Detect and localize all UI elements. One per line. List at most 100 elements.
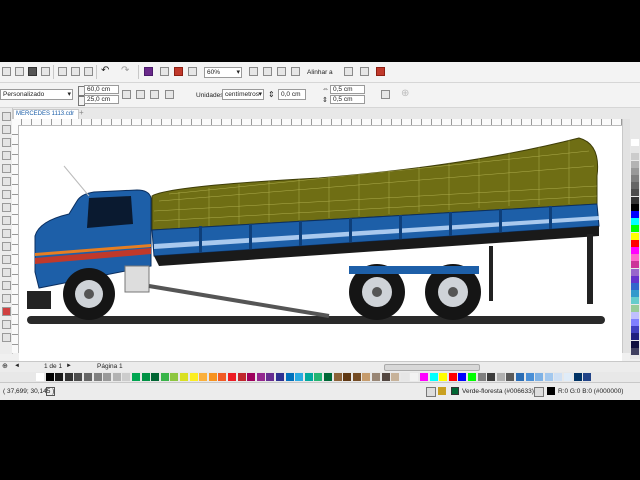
rectangle-tool-icon[interactable] — [2, 190, 11, 199]
palette-swatch[interactable] — [208, 373, 217, 381]
import-icon[interactable] — [144, 67, 153, 76]
palette-swatch[interactable] — [631, 211, 639, 218]
blend-tool-icon[interactable] — [2, 281, 11, 290]
fill-color-swatch[interactable] — [451, 387, 459, 395]
palette-swatch[interactable] — [496, 373, 505, 381]
nudge-distance-field[interactable]: 0,0 cm — [278, 89, 306, 100]
palette-swatch[interactable] — [631, 146, 639, 154]
text-tool-icon[interactable] — [2, 229, 11, 238]
drawing-canvas[interactable] — [19, 126, 622, 361]
show-guidelines-icon[interactable] — [291, 67, 300, 76]
palette-swatch[interactable] — [218, 373, 227, 381]
palette-swatch[interactable] — [631, 275, 639, 283]
outline-color-swatch[interactable] — [547, 387, 555, 395]
eyedropper-tool-icon[interactable] — [2, 294, 11, 303]
palette-swatch[interactable] — [333, 373, 342, 381]
first-page-icon[interactable]: ⊕ — [2, 362, 8, 370]
palette-swatch[interactable] — [631, 333, 639, 341]
palette-swatch[interactable] — [631, 347, 639, 355]
portrait-icon[interactable] — [122, 90, 131, 99]
truck-illustration[interactable] — [19, 126, 622, 361]
palette-swatch[interactable] — [477, 373, 486, 381]
duplicate-y-field[interactable]: 0,5 cm — [330, 95, 365, 104]
vertical-ruler[interactable] — [12, 125, 19, 353]
palette-swatch[interactable] — [631, 153, 639, 161]
palette-swatch[interactable] — [631, 297, 639, 305]
palette-swatch[interactable] — [448, 373, 457, 381]
options-icon[interactable] — [360, 67, 369, 76]
palette-swatch[interactable] — [314, 373, 323, 381]
palette-swatch[interactable] — [304, 373, 313, 381]
paste-icon[interactable] — [84, 67, 93, 76]
cut-icon[interactable] — [58, 67, 67, 76]
palette-swatch[interactable] — [256, 373, 265, 381]
palette-swatch[interactable] — [631, 139, 639, 146]
palette-swatch[interactable] — [631, 203, 639, 211]
current-page-icon[interactable] — [165, 90, 174, 99]
palette-swatch[interactable] — [429, 373, 438, 381]
pick-tool-icon[interactable] — [2, 112, 11, 121]
prev-page-icon[interactable]: ◄ — [14, 363, 20, 369]
palette-swatch[interactable] — [631, 268, 639, 276]
show-rulers-icon[interactable] — [263, 67, 272, 76]
palette-swatch[interactable] — [103, 373, 112, 381]
palette-swatch[interactable] — [631, 196, 639, 204]
landscape-icon[interactable] — [136, 90, 145, 99]
palette-swatch[interactable] — [228, 373, 236, 381]
palette-swatch[interactable] — [583, 373, 592, 381]
palette-swatch[interactable] — [122, 373, 131, 381]
outline-tool-icon[interactable] — [2, 333, 11, 342]
palette-swatch[interactable] — [631, 232, 639, 240]
play-icon[interactable] — [46, 387, 55, 396]
dimension-tool-icon[interactable] — [2, 255, 11, 264]
palette-swatch[interactable] — [84, 373, 92, 381]
palette-swatch[interactable] — [285, 373, 294, 381]
application-icon[interactable] — [376, 67, 385, 76]
palette-swatch[interactable] — [631, 247, 639, 254]
palette-swatch[interactable] — [525, 373, 534, 381]
copy-icon[interactable] — [71, 67, 80, 76]
palette-swatch[interactable] — [93, 373, 102, 381]
page-height-field[interactable]: 25,0 cm — [84, 95, 119, 104]
palette-swatch[interactable] — [631, 261, 639, 269]
palette-swatch[interactable] — [554, 373, 563, 381]
palette-swatch[interactable] — [36, 373, 44, 381]
palette-swatch[interactable] — [564, 373, 572, 381]
publish-pdf-icon[interactable] — [174, 67, 183, 76]
palette-swatch[interactable] — [266, 373, 275, 381]
vertical-scrollbar[interactable] — [622, 119, 630, 353]
palette-swatch[interactable] — [631, 311, 639, 319]
print-icon[interactable] — [41, 67, 50, 76]
palette-swatch[interactable] — [45, 373, 54, 381]
palette-swatch[interactable] — [132, 373, 140, 381]
palette-swatch[interactable] — [458, 373, 467, 381]
palette-swatch[interactable] — [631, 283, 639, 290]
page-preset-select[interactable]: Personalizado — [0, 89, 73, 100]
horizontal-scrollbar[interactable] — [384, 364, 480, 371]
palette-swatch[interactable] — [631, 218, 639, 226]
palette-swatch[interactable] — [631, 304, 639, 312]
page-width-field[interactable]: 60,0 cm — [84, 85, 119, 94]
palette-swatch[interactable] — [343, 373, 352, 381]
smart-fill-tool-icon[interactable] — [2, 320, 11, 329]
palette-swatch[interactable] — [199, 373, 208, 381]
next-page-icon[interactable]: ► — [66, 363, 72, 369]
palette-swatch[interactable] — [631, 175, 639, 182]
palette-swatch[interactable] — [64, 373, 73, 381]
zoom-level-field[interactable]: 60% — [204, 67, 242, 78]
treat-as-filled-icon[interactable] — [381, 90, 390, 99]
undo-icon[interactable]: ↶ — [101, 65, 109, 76]
palette-swatch[interactable] — [506, 373, 515, 381]
connector-tool-icon[interactable] — [2, 268, 11, 277]
palette-swatch[interactable] — [324, 373, 332, 381]
table-tool-icon[interactable] — [2, 242, 11, 251]
redo-icon[interactable]: ↷ — [121, 65, 129, 76]
duplicate-x-field[interactable]: 0,5 cm — [330, 85, 365, 94]
palette-swatch[interactable] — [631, 319, 639, 326]
palette-swatch[interactable] — [631, 182, 639, 190]
snap-to-dropdown[interactable]: Alinhar a — [307, 69, 333, 76]
palette-swatch[interactable] — [237, 373, 246, 381]
export-icon[interactable] — [160, 67, 169, 76]
palette-swatch[interactable] — [247, 373, 256, 381]
interactive-fill-tool-icon[interactable] — [2, 307, 11, 316]
